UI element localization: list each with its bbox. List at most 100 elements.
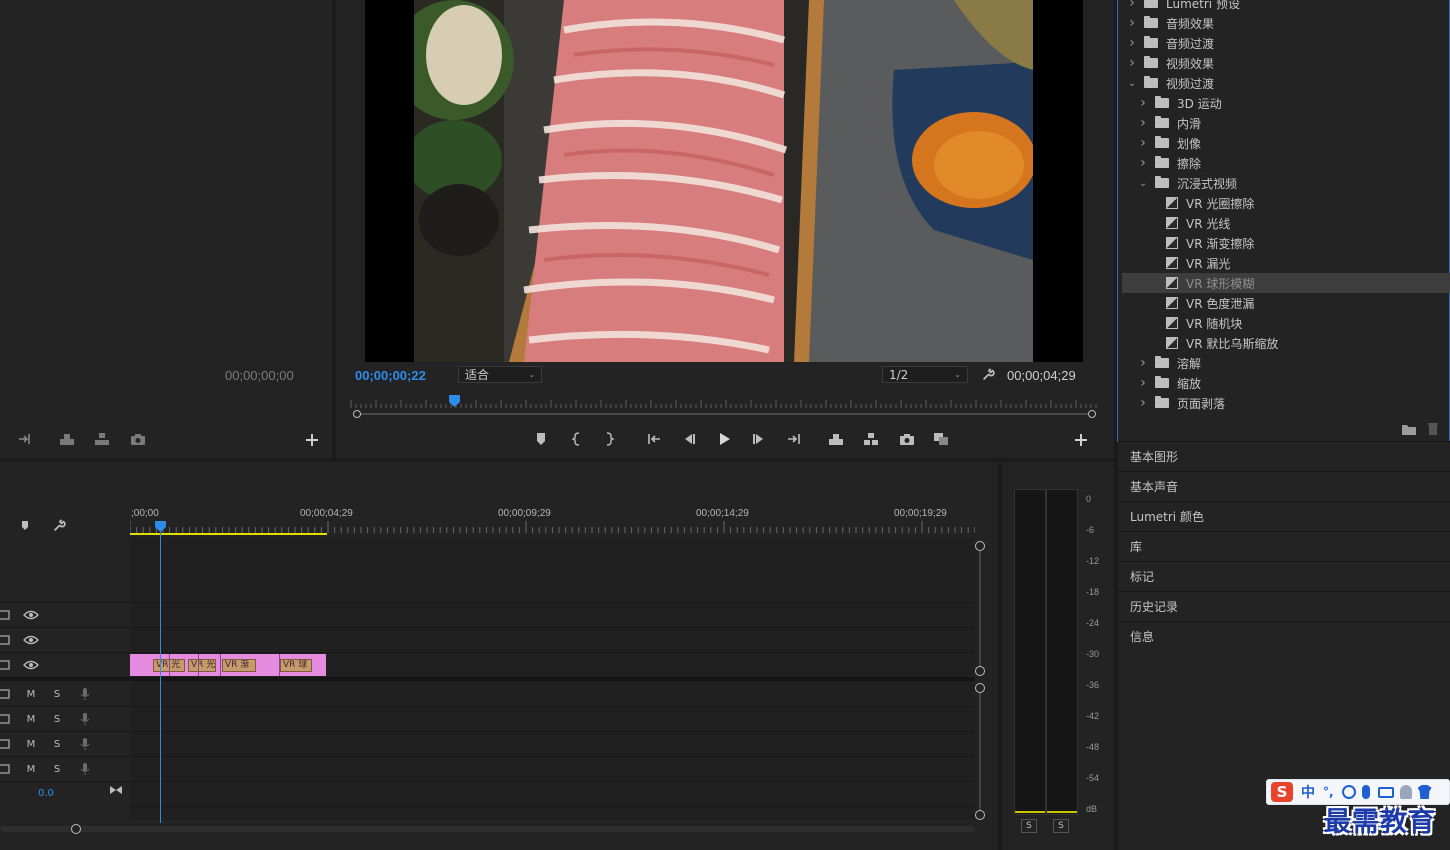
effects-folder[interactable]: › 缩放 <box>1122 373 1450 393</box>
program-playhead[interactable] <box>448 395 460 407</box>
track-output-icon[interactable] <box>0 632 14 648</box>
chevron-right-icon[interactable]: › <box>1126 35 1138 51</box>
chevron-down-icon[interactable]: ⌄ <box>1137 178 1149 189</box>
zoom-select[interactable]: 适合 ⌄ <box>458 366 542 383</box>
timeline-playhead-line[interactable] <box>160 527 161 823</box>
side-panel-tab[interactable]: 历史记录 <box>1118 591 1450 621</box>
solo-left-button[interactable]: S <box>1021 819 1037 833</box>
solo-right-button[interactable]: S <box>1053 819 1069 833</box>
effects-folder[interactable]: › 页面剥落 <box>1122 393 1450 413</box>
program-current-timecode[interactable]: 00;00;00;22 <box>355 368 426 383</box>
lift-icon[interactable] <box>827 431 845 447</box>
microphone-icon[interactable] <box>76 711 94 727</box>
horizontal-scroll-track[interactable] <box>0 826 975 832</box>
vertical-scroll-track[interactable] <box>979 551 981 667</box>
solo-button[interactable]: S <box>48 761 66 777</box>
clip-edit-point[interactable] <box>279 654 280 676</box>
side-panel-tab[interactable]: 基本声音 <box>1118 471 1450 501</box>
vertical-scroll-knob[interactable] <box>975 666 985 676</box>
timeline-playhead-handle[interactable] <box>155 521 166 532</box>
insert-icon[interactable] <box>16 431 34 447</box>
chevron-right-icon[interactable]: › <box>1137 155 1149 171</box>
clip-edit-point[interactable] <box>169 654 170 676</box>
effects-item[interactable]: VR 光线 <box>1122 213 1450 233</box>
track-output-icon[interactable] <box>0 761 14 777</box>
vertical-scroll-knob[interactable] <box>975 541 985 551</box>
effects-folder[interactable]: › 3D 运动 <box>1122 93 1450 113</box>
wrench-icon[interactable] <box>50 518 68 534</box>
microphone-icon[interactable] <box>76 761 94 777</box>
step-forward-icon[interactable] <box>750 431 768 447</box>
effects-folder[interactable]: ⌄ 视频过渡 <box>1122 73 1450 93</box>
clip-edit-point[interactable] <box>220 654 221 676</box>
master-volume-value[interactable]: 0.0 <box>38 788 54 799</box>
mark-in-icon[interactable] <box>568 431 586 447</box>
extract-icon[interactable] <box>93 431 111 447</box>
chevron-right-icon[interactable]: › <box>1137 375 1149 391</box>
effects-item[interactable]: VR 球形模糊 <box>1122 273 1450 293</box>
camera-icon[interactable] <box>898 431 916 447</box>
clip-transition[interactable]: VR 球 <box>280 659 312 672</box>
effects-item[interactable]: VR 渐变擦除 <box>1122 233 1450 253</box>
effects-folder[interactable]: ⌄ 沉浸式视频 <box>1122 173 1450 193</box>
new-bin-icon[interactable] <box>1400 421 1418 437</box>
keyboard-icon[interactable] <box>1377 786 1394 798</box>
effects-folder[interactable]: › 音频过渡 <box>1122 33 1450 53</box>
source-timecode[interactable]: 00;00;00;00 <box>225 368 294 383</box>
go-to-out-icon[interactable] <box>785 431 803 447</box>
microphone-icon[interactable] <box>1361 785 1370 799</box>
add-marker-icon[interactable] <box>16 518 34 534</box>
eye-icon[interactable] <box>22 657 40 673</box>
effects-item[interactable]: VR 随机块 <box>1122 313 1450 333</box>
microphone-icon[interactable] <box>76 736 94 752</box>
side-panel-tab[interactable]: Lumetri 颜色 <box>1118 501 1450 531</box>
add-button-icon[interactable] <box>1072 432 1090 448</box>
shirt-icon[interactable] <box>1417 785 1432 799</box>
track-output-icon[interactable] <box>0 657 14 673</box>
wrench-icon[interactable] <box>979 367 997 383</box>
side-panel-tab[interactable]: 标记 <box>1118 561 1450 591</box>
track-output-icon[interactable] <box>0 711 14 727</box>
chevron-down-icon[interactable]: ⌄ <box>1126 78 1138 89</box>
clip-transition[interactable]: VR 渐 <box>222 659 256 672</box>
solo-button[interactable]: S <box>48 711 66 727</box>
mute-button[interactable]: M <box>22 761 40 777</box>
solo-button[interactable]: S <box>48 736 66 752</box>
mute-button[interactable]: M <box>22 686 40 702</box>
chevron-right-icon[interactable]: › <box>1126 15 1138 31</box>
eye-icon[interactable] <box>22 632 40 648</box>
lift-icon[interactable] <box>58 431 76 447</box>
user-icon[interactable] <box>1399 785 1412 799</box>
vertical-scroll-track[interactable] <box>979 693 981 810</box>
vertical-scroll-knob[interactable] <box>975 810 985 820</box>
eye-icon[interactable] <box>22 607 40 623</box>
chevron-right-icon[interactable]: › <box>1126 55 1138 71</box>
side-panel-tab[interactable]: 库 <box>1118 531 1450 561</box>
go-to-in-icon[interactable] <box>645 431 663 447</box>
clip-transition[interactable]: VR 光 <box>188 659 216 672</box>
chevron-right-icon[interactable]: › <box>1137 95 1149 111</box>
track-output-icon[interactable] <box>0 736 14 752</box>
effects-item[interactable]: VR 色度泄漏 <box>1122 293 1450 313</box>
effects-folder[interactable]: › 擦除 <box>1122 153 1450 173</box>
ime-mode-toggle[interactable]: 中 <box>1301 782 1315 802</box>
mute-button[interactable]: M <box>22 736 40 752</box>
camera-icon[interactable] <box>129 431 147 447</box>
chevron-right-icon[interactable]: › <box>1137 395 1149 411</box>
add-button-icon[interactable] <box>303 432 321 448</box>
effects-folder[interactable]: › 划像 <box>1122 133 1450 153</box>
solo-button[interactable]: S <box>48 686 66 702</box>
program-zoom-scrollbar[interactable] <box>353 410 1096 418</box>
program-time-ruler[interactable] <box>349 396 1097 410</box>
mark-out-icon[interactable] <box>600 431 618 447</box>
compare-view-icon[interactable] <box>932 431 950 447</box>
effects-item[interactable]: VR 默比乌斯缩放 <box>1122 333 1450 353</box>
side-panel-tab[interactable]: 基本图形 <box>1118 441 1450 471</box>
emoji-icon[interactable] <box>1341 785 1356 799</box>
effects-folder[interactable]: › 内滑 <box>1122 113 1450 133</box>
microphone-icon[interactable] <box>76 686 94 702</box>
track-output-icon[interactable] <box>0 607 14 623</box>
master-track-icon[interactable] <box>107 782 125 798</box>
chevron-right-icon[interactable]: › <box>1137 115 1149 131</box>
horizontal-scroll-knob[interactable] <box>71 824 81 834</box>
